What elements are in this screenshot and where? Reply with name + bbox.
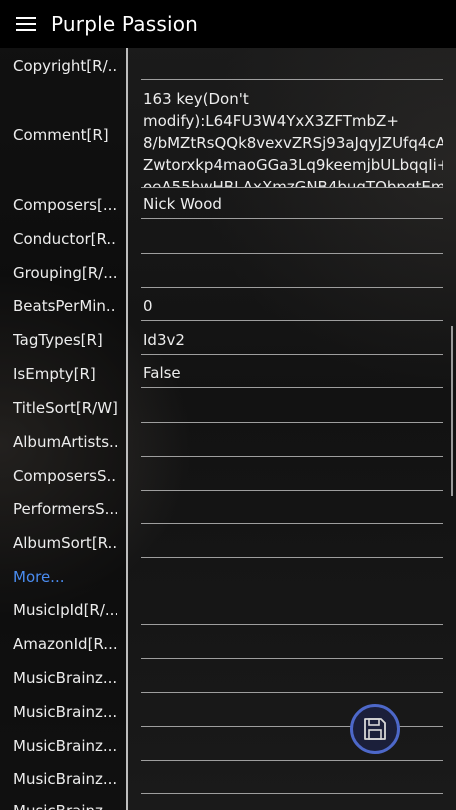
field-row-tagtypes: TagTypes[R] Id3v2 (0, 331, 456, 355)
save-button[interactable] (350, 704, 400, 754)
amazonid-field[interactable] (141, 634, 443, 659)
conductor-field[interactable] (141, 229, 443, 254)
field-label: IsEmpty[R] (13, 365, 96, 383)
comment-field[interactable]: 163 key(Don't modify):L64FU3W4YxX3ZFTmbZ… (141, 88, 443, 188)
field-label: Composers[... (13, 196, 117, 214)
field-row-composerssort: ComposersS... (0, 467, 456, 491)
field-row-conductor: Conductor[R... (0, 230, 456, 254)
field-row-isempty: IsEmpty[R] False (0, 364, 456, 389)
field-label: Comment[R] (13, 126, 109, 144)
musicbrainz-field[interactable] (141, 736, 443, 761)
more-row: More... (0, 568, 456, 592)
field-row-copyright: Copyright[R/... (0, 55, 456, 83)
musicbrainz-field[interactable] (141, 668, 443, 693)
field-label: TitleSort[R/W] (13, 399, 117, 417)
field-row-amazonid: AmazonId[R... (0, 635, 456, 659)
field-label: AmazonId[R... (13, 635, 117, 653)
field-label: MusicBrainz... (13, 703, 117, 721)
field-row-performerssort: PerformersS... (0, 500, 456, 524)
field-label: AlbumArtists... (13, 433, 117, 451)
albumsort-field[interactable] (141, 534, 443, 558)
grouping-field[interactable] (141, 263, 443, 288)
hamburger-menu-icon[interactable] (16, 17, 36, 31)
field-row-albumartists: AlbumArtists... (0, 433, 456, 457)
field-label: Conductor[R... (13, 230, 117, 248)
field-row-musicbrainz: MusicBrainz... (0, 669, 456, 693)
composers-field[interactable]: Nick Wood (141, 195, 443, 219)
composerssort-field[interactable] (141, 466, 443, 491)
more-link[interactable]: More... (13, 568, 117, 586)
field-label: MusicBrainz... (13, 737, 117, 755)
save-floppy-icon (364, 718, 386, 740)
field-label: Copyright[R/... (13, 57, 117, 75)
field-label: MusicBrainz... (13, 770, 117, 788)
field-row-grouping: Grouping[R/... (0, 264, 456, 288)
field-row-bpm: BeatsPerMin... 0 (0, 297, 456, 321)
field-label: MusicBrainz... (13, 802, 117, 810)
field-label: TagTypes[R] (13, 331, 103, 349)
field-label: PerformersS... (13, 500, 117, 518)
copyright-field[interactable] (141, 55, 443, 80)
field-label: MusicBrainz... (13, 669, 117, 687)
isempty-field[interactable]: False (141, 364, 443, 388)
titlesort-field[interactable] (141, 398, 443, 423)
performerssort-field[interactable] (141, 500, 443, 524)
label-pane (0, 48, 126, 810)
app-title: Purple Passion (51, 12, 199, 36)
field-label: Grouping[R/... (13, 264, 117, 282)
field-label: ComposersS... (13, 467, 117, 485)
field-row-musicbrainz: MusicBrainz... (0, 802, 456, 810)
tagtypes-field[interactable]: Id3v2 (141, 331, 443, 355)
title-bar: Purple Passion (0, 0, 456, 48)
field-row-musicipid: MusicIpId[R/... (0, 601, 456, 625)
albumartists-field[interactable] (141, 432, 443, 457)
field-label: BeatsPerMin... (13, 297, 117, 315)
musicipid-field[interactable] (141, 601, 443, 625)
field-row-titlesort: TitleSort[R/W] (0, 399, 456, 423)
pane-divider (126, 48, 128, 810)
field-label: AlbumSort[R... (13, 534, 117, 552)
musicbrainz-field[interactable] (141, 770, 443, 794)
bpm-field[interactable]: 0 (141, 297, 443, 321)
field-row-composers: Composers[... Nick Wood (0, 195, 456, 220)
field-label: MusicIpId[R/... (13, 601, 117, 619)
field-row-albumsort: AlbumSort[R... (0, 534, 456, 558)
field-row-musicbrainz: MusicBrainz... (0, 770, 456, 794)
